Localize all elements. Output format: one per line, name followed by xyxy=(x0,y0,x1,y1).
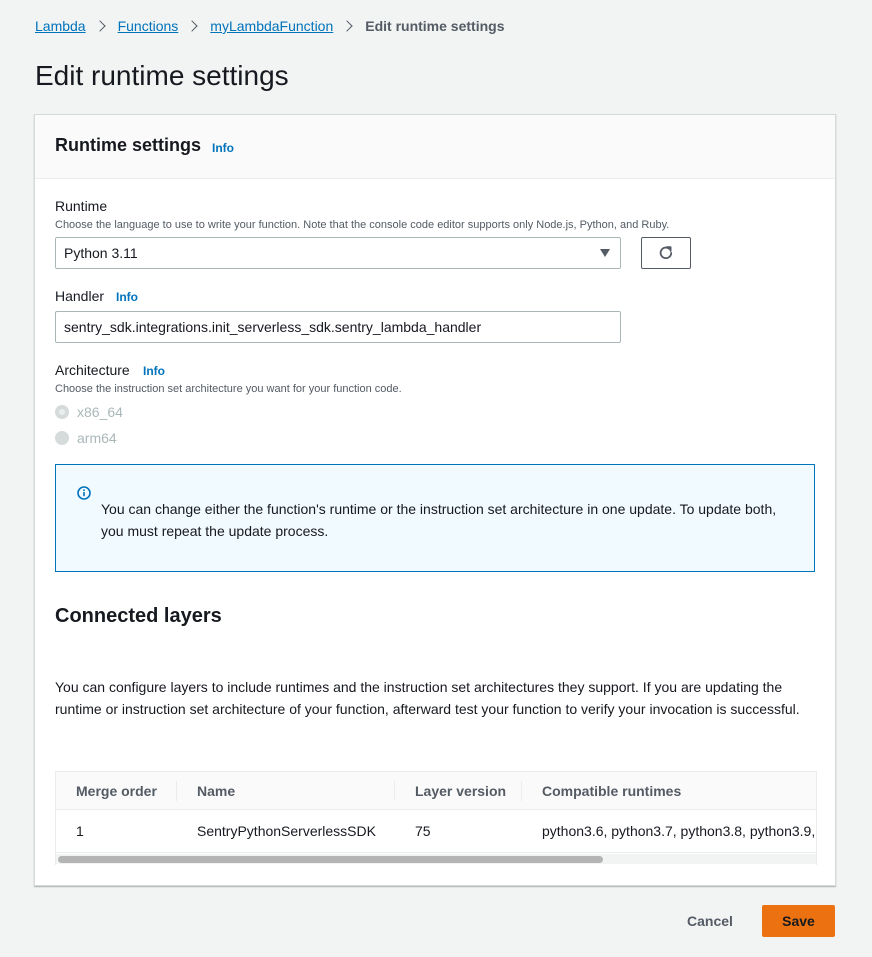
column-divider[interactable] xyxy=(176,781,177,801)
cell-compatible-runtimes: python3.6, python3.7, python3.8, python3… xyxy=(542,823,816,839)
runtime-select-value: Python 3.11 xyxy=(64,245,138,261)
runtime-select[interactable]: Python 3.11 xyxy=(55,237,621,269)
handler-info-link[interactable]: Info xyxy=(116,290,138,304)
architecture-option-label: x86_64 xyxy=(77,404,123,420)
breadcrumb-link-lambda[interactable]: Lambda xyxy=(35,18,86,34)
cell-merge-order: 1 xyxy=(76,823,84,839)
connected-layers-description: You can configure layers to include runt… xyxy=(55,679,800,717)
architecture-label: Architecture xyxy=(55,362,130,378)
column-divider[interactable] xyxy=(521,781,522,801)
radio-button[interactable] xyxy=(55,405,69,419)
runtime-settings-panel: Runtime settings Info Runtime Choose the… xyxy=(34,114,836,886)
architecture-option-arm64[interactable]: arm64 xyxy=(55,430,117,446)
handler-label: Handler xyxy=(55,288,105,304)
info-circle-icon xyxy=(77,486,91,500)
cancel-button[interactable]: Cancel xyxy=(672,905,748,937)
row-divider xyxy=(56,852,816,853)
chevron-right-icon xyxy=(341,20,353,32)
cell-layer-name: SentryPythonServerlessSDK xyxy=(197,823,376,839)
radio-button[interactable] xyxy=(55,431,69,445)
chevron-right-icon xyxy=(93,20,106,32)
breadcrumb-link-function[interactable]: myLambdaFunction xyxy=(210,18,333,34)
alert-text: You can change either the function's run… xyxy=(101,501,777,539)
scrollbar-thumb[interactable] xyxy=(58,856,603,863)
panel-title: Runtime settings xyxy=(55,135,202,155)
handler-input[interactable]: sentry_sdk.integrations.init_serverless_… xyxy=(55,311,621,343)
connected-layers-title: Connected layers xyxy=(55,605,222,627)
architecture-info-link[interactable]: Info xyxy=(143,364,165,378)
architecture-option-label: arm64 xyxy=(77,430,117,446)
column-header-merge-order[interactable]: Merge order xyxy=(76,783,157,799)
panel-header: Runtime settings Info xyxy=(35,115,835,179)
runtime-settings-info-link[interactable]: Info xyxy=(212,141,234,155)
column-header-layer-version[interactable]: Layer version xyxy=(415,783,506,799)
save-button[interactable]: Save xyxy=(762,905,835,937)
cell-layer-version: 75 xyxy=(415,823,431,839)
info-alert: You can change either the function's run… xyxy=(55,464,815,572)
chevron-right-icon xyxy=(186,20,198,32)
architecture-option-x86-64[interactable]: x86_64 xyxy=(55,404,123,420)
breadcrumb-current: Edit runtime settings xyxy=(365,18,505,34)
column-header-compatible-runtimes[interactable]: Compatible runtimes xyxy=(542,783,681,799)
table-header-row: Merge order Name Layer version Compatibl… xyxy=(56,772,816,810)
column-header-name[interactable]: Name xyxy=(197,783,235,799)
architecture-description: Choose the instruction set architecture … xyxy=(55,383,402,395)
layers-table: Merge order Name Layer version Compatibl… xyxy=(55,771,817,865)
refresh-runtime-button[interactable] xyxy=(641,237,691,269)
page-title: Edit runtime settings xyxy=(35,60,289,91)
breadcrumb: Lambda Functions myLambdaFunction Edit r… xyxy=(35,17,504,35)
horizontal-scrollbar[interactable] xyxy=(56,854,816,864)
breadcrumb-link-functions[interactable]: Functions xyxy=(118,18,179,34)
refresh-icon xyxy=(659,246,673,260)
caret-down-icon xyxy=(600,249,610,257)
column-divider[interactable] xyxy=(394,781,395,801)
runtime-description: Choose the language to use to write your… xyxy=(55,219,670,231)
runtime-label: Runtime xyxy=(55,198,108,214)
